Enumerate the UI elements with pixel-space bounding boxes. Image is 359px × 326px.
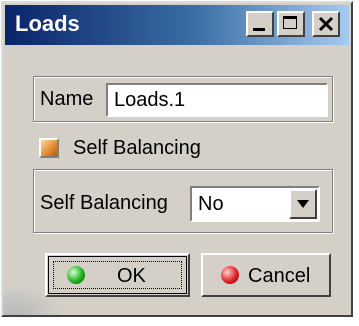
self-balancing-checkbox-label[interactable]: Self Balancing	[73, 137, 201, 160]
decorative-background	[3, 285, 63, 315]
minimize-button[interactable]	[246, 11, 274, 37]
chevron-down-icon	[297, 200, 309, 208]
window-title: Loads	[15, 11, 80, 36]
loads-dialog: Loads Name Loads.1 Self Balancing Self B…	[1, 1, 353, 317]
name-input[interactable]: Loads.1	[106, 83, 328, 117]
name-label: Name	[40, 88, 94, 110]
ok-button[interactable]: OK	[45, 253, 190, 297]
minimize-icon	[253, 28, 265, 31]
select-value: No	[198, 193, 224, 215]
maximize-button[interactable]	[277, 11, 305, 37]
ok-green-dot-icon	[67, 266, 85, 284]
self-balancing-checkbox[interactable]	[39, 138, 59, 158]
title-bar[interactable]: Loads	[5, 5, 349, 45]
cancel-label: Cancel	[248, 265, 311, 287]
cancel-red-dot-icon	[221, 266, 239, 284]
dropdown-button[interactable]	[289, 189, 317, 219]
name-group: Name Loads.1	[33, 76, 333, 122]
self-balancing-group: Self Balancing No	[33, 169, 333, 233]
self-balancing-select[interactable]: No	[190, 186, 320, 222]
maximize-icon	[283, 16, 297, 29]
self-balancing-select-label: Self Balancing	[40, 192, 168, 214]
ok-label: OK	[117, 265, 146, 287]
cancel-button[interactable]: Cancel	[201, 253, 331, 297]
close-button[interactable]	[312, 11, 340, 37]
close-icon	[318, 16, 334, 32]
